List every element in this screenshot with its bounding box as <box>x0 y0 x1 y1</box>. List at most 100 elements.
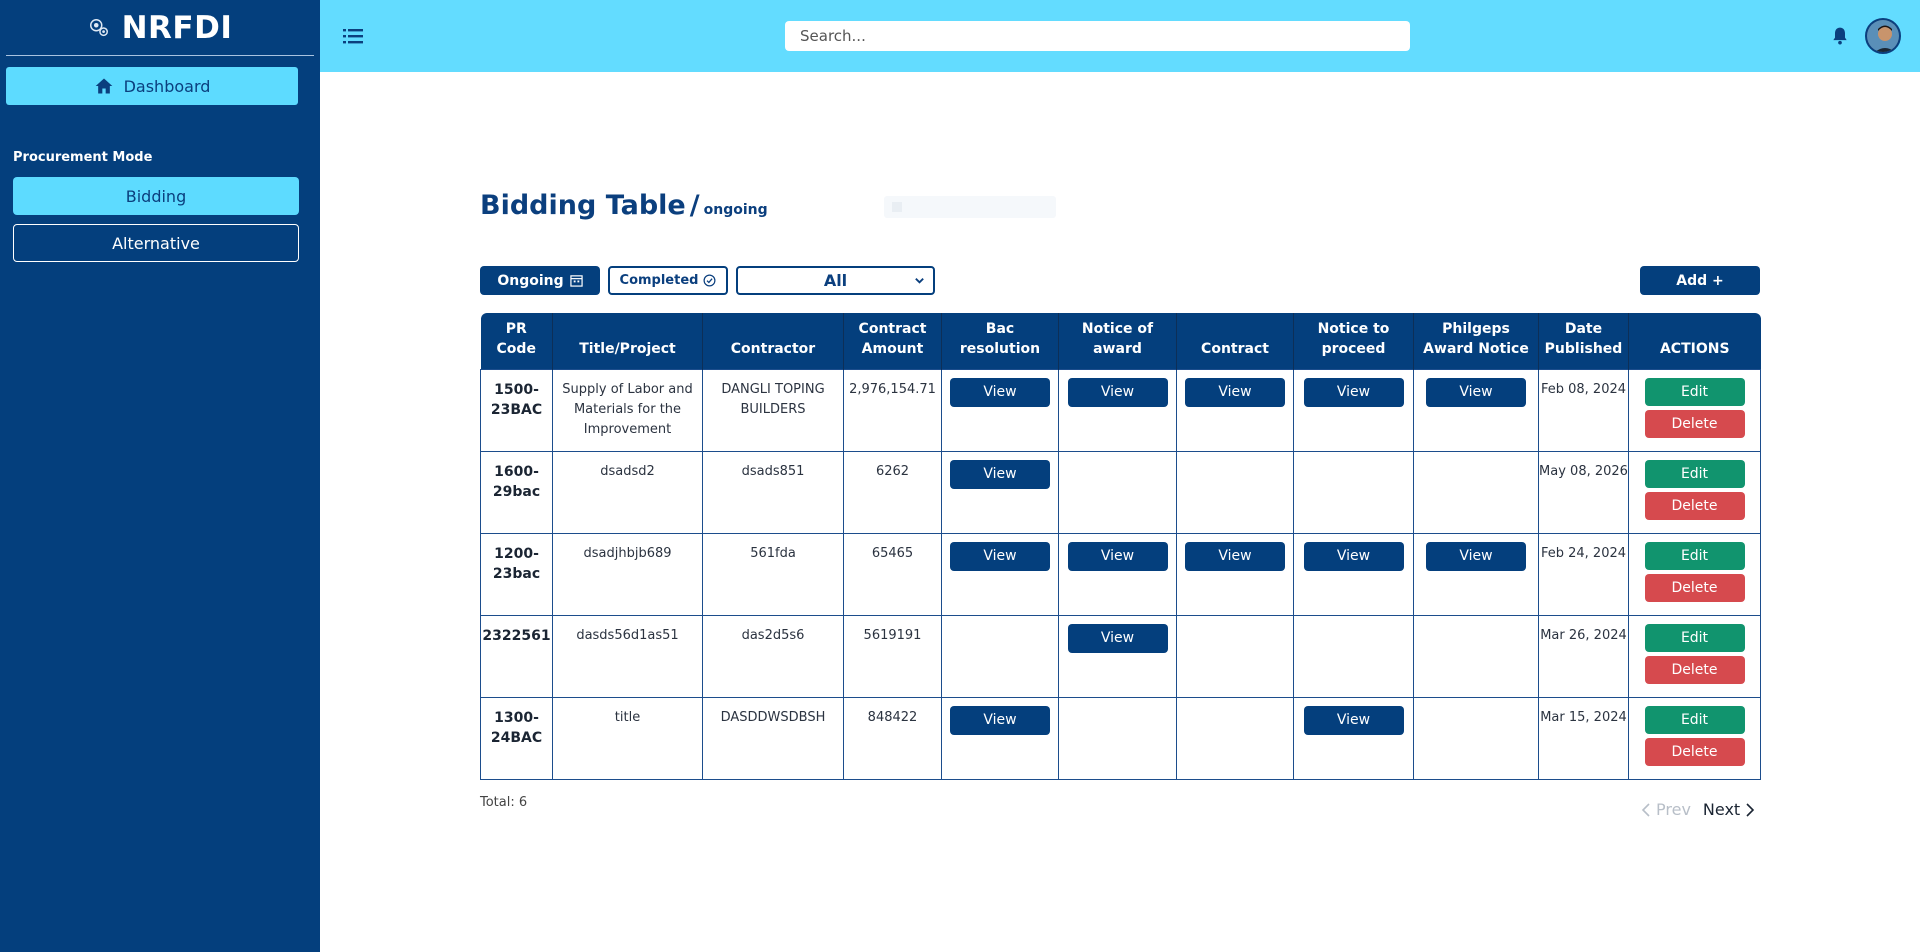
amount-cell: 6262 <box>843 450 942 534</box>
view-notice-of-award-button[interactable]: View <box>1067 377 1168 407</box>
contractor-cell: DANGLI TOPING BUILDERS <box>702 368 844 452</box>
notice-to-proceed-cell: View <box>1293 368 1414 452</box>
contractor-cell: DASDDWSDBSH <box>702 696 844 780</box>
menu-icon[interactable] <box>342 25 364 47</box>
view-notice-of-award-button[interactable]: View <box>1067 623 1168 653</box>
bell-icon[interactable] <box>1830 26 1850 46</box>
view-notice-to-proceed-button[interactable]: View <box>1303 377 1404 407</box>
sidebar-item-alternative[interactable]: Alternative <box>13 224 299 262</box>
delete-button[interactable]: Delete <box>1644 491 1745 520</box>
add-button[interactable]: Add + <box>1640 266 1760 295</box>
total-count: Total: 6 <box>480 795 528 810</box>
delete-button[interactable]: Delete <box>1644 409 1745 438</box>
notice-to-proceed-cell <box>1293 450 1414 534</box>
date-cell: Mar 15, 2024 <box>1538 696 1629 780</box>
user-avatar-icon <box>1867 20 1899 52</box>
pr-code-cell: 2322561 <box>480 614 553 698</box>
date-cell: Feb 08, 2024 <box>1538 368 1629 452</box>
contractor-cell: das2d5s6 <box>702 614 844 698</box>
view-philgeps-button[interactable]: View <box>1426 377 1526 407</box>
contract-cell: View <box>1176 532 1294 616</box>
date-cell: Mar 26, 2024 <box>1538 614 1629 698</box>
pr-code-cell: 1200-23bac <box>480 532 553 616</box>
sidebar-item-bidding[interactable]: Bidding <box>13 177 299 215</box>
status-filter-select[interactable]: All <box>736 266 935 295</box>
bac-resolution-cell: View <box>941 368 1059 452</box>
check-circle-icon <box>703 274 716 287</box>
philgeps-cell <box>1413 614 1539 698</box>
title-separator: / <box>689 190 700 221</box>
table-row: 1600-29bac dsadsd2 dsads851 6262 View Ma… <box>480 450 1761 534</box>
philgeps-cell <box>1413 696 1539 780</box>
date-cell: Feb 24, 2024 <box>1538 532 1629 616</box>
pr-code-cell: 1500-23BAC <box>480 368 553 452</box>
dashboard-button[interactable]: Dashboard <box>6 67 298 105</box>
notice-of-award-cell <box>1058 696 1177 780</box>
delete-button[interactable]: Delete <box>1644 573 1745 602</box>
amount-cell: 848422 <box>843 696 942 780</box>
title-cell: dasds56d1as51 <box>552 614 703 698</box>
prev-button[interactable]: Prev <box>1640 800 1691 819</box>
edit-button[interactable]: Edit <box>1644 623 1745 652</box>
tab-completed[interactable]: Completed <box>608 266 728 295</box>
notice-of-award-cell: View <box>1058 532 1177 616</box>
view-bac-resolution-button[interactable]: View <box>950 705 1050 735</box>
edit-button[interactable]: Edit <box>1644 705 1745 734</box>
topbar <box>320 0 1920 72</box>
search-input[interactable] <box>785 21 1410 51</box>
bac-resolution-cell: View <box>941 450 1059 534</box>
view-bac-resolution-button[interactable]: View <box>950 459 1050 489</box>
header-pr-code: PR Code <box>480 313 553 369</box>
edit-button[interactable]: Edit <box>1644 459 1745 488</box>
contract-cell: View <box>1176 368 1294 452</box>
tab-ongoing[interactable]: Ongoing <box>480 266 600 295</box>
view-notice-to-proceed-button[interactable]: View <box>1303 541 1404 571</box>
filter-value: All <box>823 271 848 290</box>
calendar-icon <box>569 275 583 287</box>
edit-button[interactable]: Edit <box>1644 541 1745 570</box>
amount-cell: 2,976,154.71 <box>843 368 942 452</box>
title-cell: title <box>552 696 703 780</box>
view-contract-button[interactable]: View <box>1185 541 1285 571</box>
sidebar: NRFDI Dashboard Procurement Mode Bidding… <box>0 0 320 952</box>
view-contract-button[interactable]: View <box>1185 377 1285 407</box>
header-contract: Contract <box>1176 313 1294 369</box>
contract-cell <box>1176 614 1294 698</box>
notice-to-proceed-cell: View <box>1293 696 1414 780</box>
philgeps-cell <box>1413 450 1539 534</box>
bidding-table: PR Code Title/Project Contractor Contrac… <box>480 313 1761 780</box>
view-notice-to-proceed-button[interactable]: View <box>1303 705 1404 735</box>
actions-cell: Edit Delete <box>1628 614 1761 698</box>
pr-code-cell: 1600-29bac <box>480 450 553 534</box>
header-contract-amount: Contract Amount <box>843 313 942 369</box>
pr-code-cell: 1300-24BAC <box>480 696 553 780</box>
actions-cell: Edit Delete <box>1628 368 1761 452</box>
chevron-left-icon <box>1641 802 1650 817</box>
header-philgeps-award-notice: Philgeps Award Notice <box>1413 313 1539 369</box>
page-heading: Bidding Table / ongoing <box>480 190 768 221</box>
notice-of-award-cell: View <box>1058 614 1177 698</box>
tab-completed-label: Completed <box>619 273 699 288</box>
delete-button[interactable]: Delete <box>1644 737 1745 766</box>
header-date-published: Date Published <box>1538 313 1629 369</box>
next-button[interactable]: Next <box>1703 800 1756 819</box>
amount-cell: 5619191 <box>843 614 942 698</box>
edit-button[interactable]: Edit <box>1644 377 1745 406</box>
view-notice-of-award-button[interactable]: View <box>1067 541 1168 571</box>
view-bac-resolution-button[interactable]: View <box>950 541 1050 571</box>
chevron-down-icon <box>915 278 924 284</box>
contract-cell <box>1176 696 1294 780</box>
delete-button[interactable]: Delete <box>1644 655 1745 684</box>
table-header-row: PR Code Title/Project Contractor Contrac… <box>480 313 1761 369</box>
faded-square-icon <box>892 202 902 212</box>
bac-resolution-cell <box>941 614 1059 698</box>
view-philgeps-button[interactable]: View <box>1426 541 1526 571</box>
brand-name: NRFDI <box>121 9 233 46</box>
avatar[interactable] <box>1865 18 1901 54</box>
contractor-cell: 561fda <box>702 532 844 616</box>
table-row: 1300-24BAC title DASDDWSDBSH 848422 View… <box>480 696 1761 780</box>
view-bac-resolution-button[interactable]: View <box>950 377 1050 407</box>
header-notice-of-award: Notice of award <box>1058 313 1177 369</box>
philgeps-cell: View <box>1413 532 1539 616</box>
page-subtitle: ongoing <box>703 202 768 218</box>
